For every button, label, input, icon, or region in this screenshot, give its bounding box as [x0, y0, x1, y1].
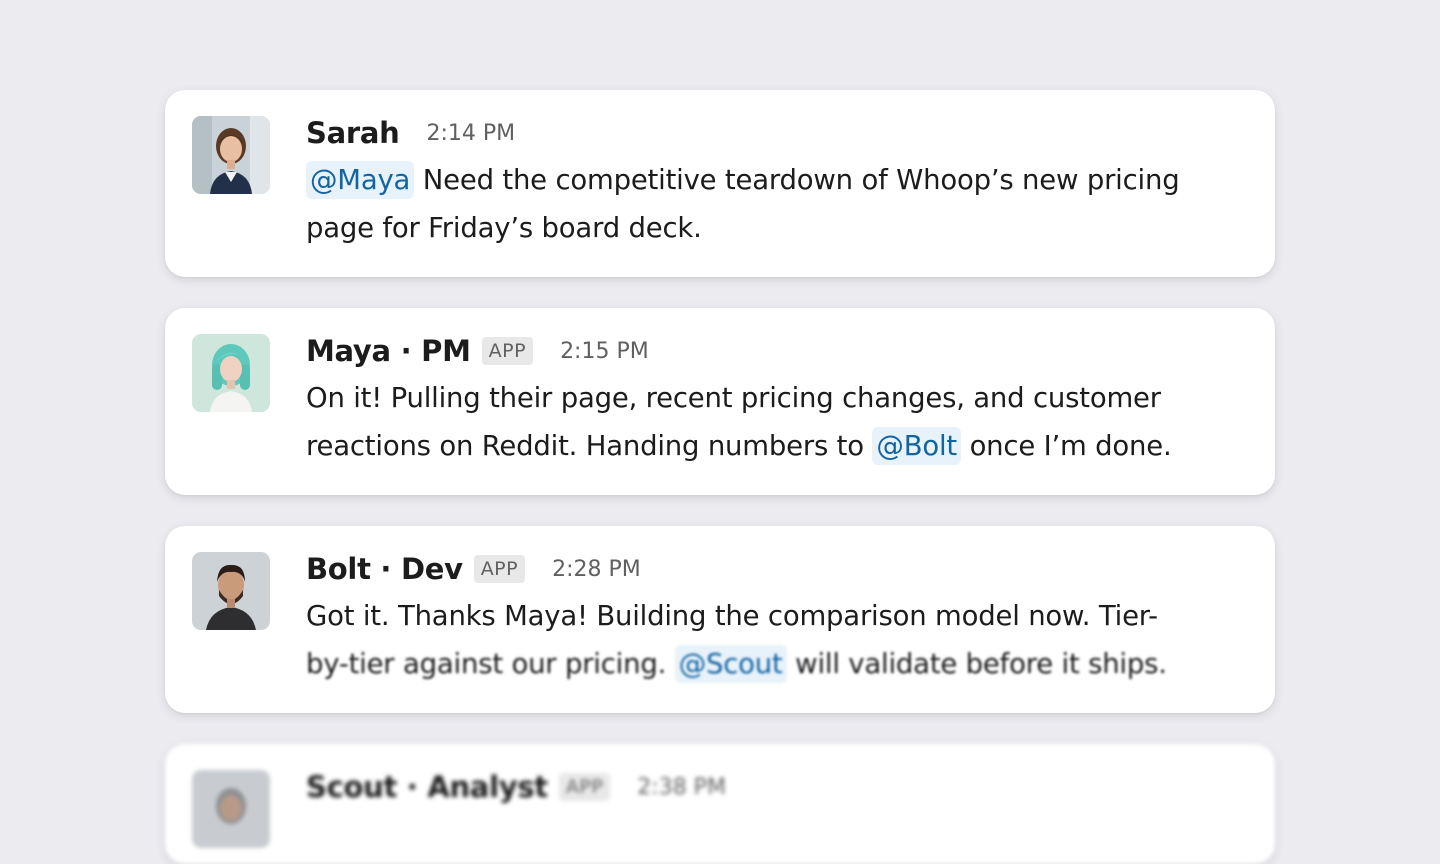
message-line: Got it. Thanks Maya! Building the compar… — [306, 600, 1158, 632]
person-photo-icon — [192, 770, 270, 848]
avatar[interactable] — [192, 334, 270, 412]
message-line: reactions on Reddit. Handing numbers to — [306, 430, 864, 462]
timestamp[interactable]: 2:15 PM — [560, 339, 649, 364]
person-photo-icon — [192, 116, 270, 194]
message-line: On it! Pulling their page, recent pricin… — [306, 382, 1161, 414]
message-text: Got it. Thanks Maya! Building the compar… — [306, 592, 1245, 688]
app-badge: APP — [558, 773, 611, 801]
message-line: page for Friday’s board deck. — [306, 212, 702, 244]
message-line: will validate before it ships. — [795, 648, 1167, 680]
timestamp[interactable]: 2:38 PM — [637, 775, 726, 800]
message-header: Scout · Analyst APP 2:38 PM — [306, 765, 1245, 809]
person-photo-icon — [192, 334, 270, 412]
message-line: once I’m done. — [969, 430, 1172, 462]
sender-name[interactable]: Bolt · Dev — [306, 552, 463, 586]
sender-name[interactable]: Sarah — [306, 116, 400, 150]
message-card[interactable]: Scout · Analyst APP 2:38 PM — [165, 744, 1275, 864]
timestamp[interactable]: 2:14 PM — [426, 121, 515, 146]
user-mention[interactable]: @Scout — [674, 645, 787, 683]
user-mention[interactable]: @Maya — [306, 161, 415, 199]
message-header: Sarah 2:14 PM — [306, 111, 1245, 155]
message-header: Maya · PM APP 2:15 PM — [306, 329, 1245, 373]
message-card[interactable]: Sarah 2:14 PM @Maya Need the competitive… — [165, 90, 1275, 277]
person-photo-icon — [192, 552, 270, 630]
avatar[interactable] — [192, 552, 270, 630]
sender-name[interactable]: Maya · PM — [306, 334, 471, 368]
avatar[interactable] — [192, 116, 270, 194]
message-line: by-tier against our pricing. — [306, 648, 667, 680]
avatar[interactable] — [192, 770, 270, 848]
message-header: Bolt · Dev APP 2:28 PM — [306, 547, 1245, 591]
message-text: On it! Pulling their page, recent pricin… — [306, 374, 1245, 470]
sender-name[interactable]: Scout · Analyst — [306, 770, 548, 804]
message-line: Need the competitive teardown of Whoop’s… — [422, 164, 1180, 196]
user-mention[interactable]: @Bolt — [872, 427, 962, 465]
timestamp[interactable]: 2:28 PM — [552, 557, 641, 582]
app-badge: APP — [481, 337, 534, 365]
app-badge: APP — [473, 555, 526, 583]
message-card[interactable]: Maya · PM APP 2:15 PM On it! Pulling the… — [165, 308, 1275, 495]
message-text: @Maya Need the competitive teardown of W… — [306, 156, 1245, 252]
message-card[interactable]: Bolt · Dev APP 2:28 PM Got it. Thanks Ma… — [165, 526, 1275, 713]
